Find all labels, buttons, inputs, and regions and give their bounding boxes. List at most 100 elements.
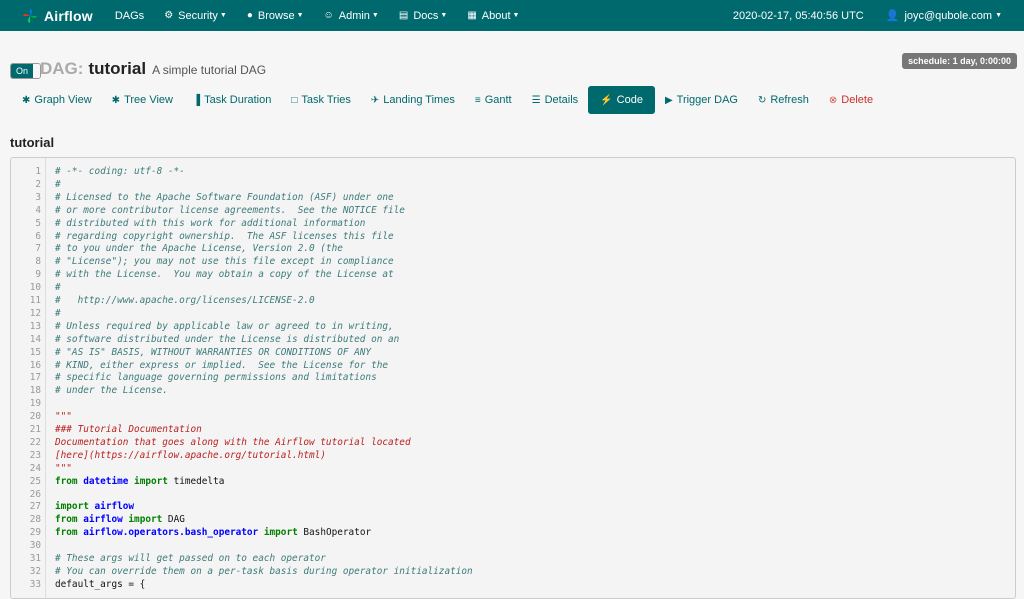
line-number: 30	[29, 540, 41, 552]
code-token: # Licensed to the Apache Software Founda…	[55, 191, 394, 203]
user-menu[interactable]: 👤 joyc@qubole.com ▼	[885, 9, 1002, 23]
code-token: # "AS IS" BASIS, WITHOUT WARRANTIES OR C…	[55, 346, 372, 358]
tab-task-tries[interactable]: □ Task Tries	[281, 86, 361, 114]
list-icon: ☰	[531, 94, 541, 106]
code-text: #	[55, 178, 61, 191]
code-text: from airflow.operators.bash_operator imp…	[55, 526, 371, 539]
tab-task-duration[interactable]: ▐ Task Duration	[183, 86, 281, 114]
tab-details[interactable]: ☰ Details	[522, 86, 589, 114]
code-text: # specific language governing permission…	[55, 371, 377, 384]
caret-down-icon: ▼	[219, 12, 227, 19]
nav-item-security[interactable]: ⚙ Security ▼	[164, 10, 227, 22]
tab-graph-view[interactable]: ✱ Graph View	[12, 86, 102, 114]
gear-icon: ⚙	[164, 10, 174, 21]
code-token: [here](https://airflow.apache.org/tutori…	[55, 449, 326, 461]
code-token: BashOperator	[297, 527, 372, 539]
tab-label: Landing Times	[383, 94, 455, 106]
caret-down-icon: ▼	[440, 12, 448, 19]
code-token: airflow	[94, 501, 135, 513]
nav-item-label: Security	[178, 9, 218, 22]
line-number: 20	[29, 411, 41, 423]
code-token: # "License"); you may not use this file …	[55, 256, 394, 268]
code-text: # or more contributor license agreements…	[55, 204, 405, 217]
code-token: # -*- coding: utf-8 -*-	[55, 166, 185, 177]
code-token: datetime	[83, 475, 129, 487]
code-token: # You can override them on a per-task ba…	[55, 565, 473, 577]
nav-item-dags[interactable]: DAGs	[115, 10, 144, 22]
tab-tree-view[interactable]: ✱ Tree View	[102, 86, 183, 114]
line-number: 2	[35, 178, 41, 190]
dag-title-prefix: DAG:	[40, 59, 84, 78]
code-token: # software distributed under the License…	[55, 333, 400, 345]
code-token: import	[128, 514, 163, 526]
code-token: Documentation that goes along with the A…	[55, 436, 411, 448]
tab-landing-times[interactable]: ✈ Landing Times	[361, 86, 465, 114]
dag-header: On DAG: tutorial A simple tutorial DAG s…	[0, 31, 1024, 83]
code-token: from	[55, 475, 78, 487]
code-text: # You can override them on a per-task ba…	[55, 565, 473, 578]
server-time: 2020-02-17, 05:40:56 UTC	[732, 9, 864, 22]
code-token: # to you under the Apache License, Versi…	[55, 243, 343, 255]
tab-refresh[interactable]: ↻ Refresh	[748, 86, 819, 114]
code-section-title: tutorial	[10, 135, 55, 150]
tree-icon: ✱	[111, 94, 121, 106]
code-text: # distributed with this work for additio…	[55, 217, 365, 230]
line-number: 5	[35, 217, 41, 229]
refresh-icon: ↻	[757, 94, 767, 106]
tab-label: Task Duration	[204, 94, 272, 106]
code-text: # under the License.	[55, 384, 168, 397]
code-token: airflow	[83, 514, 123, 526]
tab-label: Details	[544, 94, 579, 106]
line-number: 26	[29, 488, 41, 500]
nav-item-admin[interactable]: ☺ Admin ▼	[324, 10, 379, 22]
code-token: # or more contributor license agreements…	[55, 204, 405, 216]
user-icon: ☺	[323, 10, 334, 21]
code-text: # to you under the Apache License, Versi…	[55, 242, 343, 255]
code-text: # Licensed to the Apache Software Founda…	[55, 191, 394, 204]
code-text: #	[55, 281, 61, 294]
line-number: 15	[29, 346, 41, 358]
dag-description: A simple tutorial DAG	[152, 63, 267, 77]
tab-delete[interactable]: ⊗ Delete	[819, 86, 883, 114]
code-text: Documentation that goes along with the A…	[55, 436, 411, 449]
dag-toggle[interactable]: On	[10, 63, 42, 79]
line-number: 28	[29, 514, 41, 526]
tab-gantt[interactable]: ≡ Gantt	[465, 86, 522, 114]
user-icon: 👤	[885, 10, 900, 22]
line-number: 29	[29, 527, 41, 539]
line-number: 13	[29, 320, 41, 332]
dag-id: tutorial	[88, 59, 147, 78]
caret-down-icon: ▼	[512, 12, 520, 19]
line-number: 3	[35, 191, 41, 203]
code-token: # These args will get passed on to each …	[55, 553, 326, 564]
code-text: # -*- coding: utf-8 -*-	[55, 165, 185, 178]
tab-label: Code	[616, 94, 643, 106]
grid-icon: ▦	[467, 10, 477, 21]
code-text: # Unless required by applicable law or a…	[55, 320, 394, 333]
line-number: 25	[29, 475, 41, 487]
code-token: airflow.operators.bash_operator	[83, 527, 259, 539]
code-token: """	[55, 411, 72, 423]
plane-icon: ✈	[370, 94, 380, 106]
nav-item-about[interactable]: ▦ About ▼	[467, 10, 519, 22]
tab-trigger-dag[interactable]: ▶ Trigger DAG	[655, 86, 748, 114]
code-token: # with the License. You may obtain a cop…	[55, 269, 394, 281]
code-token: timedelta	[167, 475, 225, 487]
dag-title: DAG: tutorial A simple tutorial DAG	[40, 59, 266, 79]
line-number: 9	[35, 269, 41, 281]
code-token: #	[55, 178, 61, 190]
line-number: 12	[29, 307, 41, 319]
graph-icon: ✱	[22, 94, 31, 106]
code-viewer[interactable]: 1 # -*- coding: utf-8 -*- 2 #3 # Licensed to…	[10, 157, 1016, 599]
tab-label: Delete	[841, 94, 874, 106]
code-text: # http://www.apache.org/licenses/LICENSE…	[55, 294, 315, 307]
code-text: from airflow import DAG	[55, 513, 185, 526]
code-token: # specific language governing permission…	[55, 372, 377, 384]
tab-code[interactable]: ⚡ Code	[588, 86, 655, 114]
remove-icon: ⊗	[828, 94, 838, 106]
nav-item-docs[interactable]: ▤ Docs ▼	[399, 10, 447, 22]
code-text: # "AS IS" BASIS, WITHOUT WARRANTIES OR C…	[55, 346, 371, 359]
brand[interactable]: Airflow	[22, 8, 93, 24]
line-number: 24	[29, 462, 41, 474]
nav-item-browse[interactable]: ● Browse ▼	[247, 10, 304, 22]
